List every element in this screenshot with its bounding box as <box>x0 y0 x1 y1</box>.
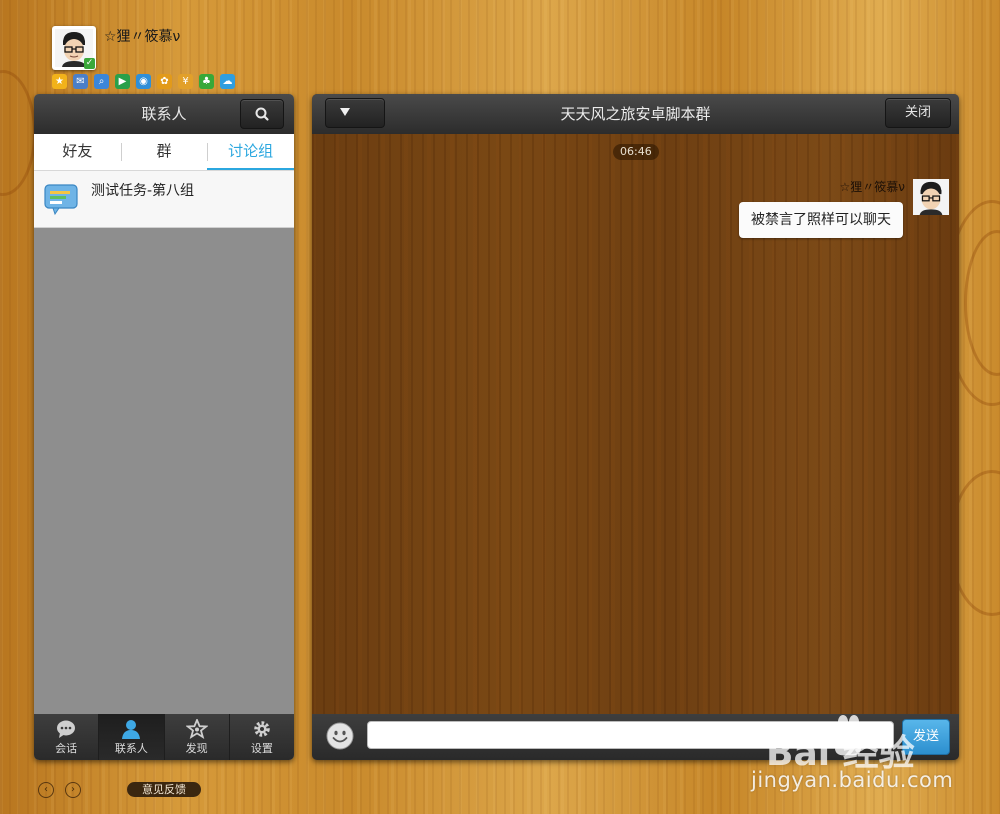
send-button[interactable]: 发送 <box>902 719 950 755</box>
message-input-bar: 发送 <box>312 714 959 760</box>
wood-knot <box>964 230 1000 376</box>
message-bubble[interactable]: 被禁言了照样可以聊天 <box>739 202 903 238</box>
chat-title: 天天风之旅安卓脚本群 <box>560 105 711 123</box>
bottom-nav: 会话 联系人 发现 设置 <box>34 714 294 760</box>
nav-item-chat[interactable]: 会话 <box>34 714 100 760</box>
message-input[interactable] <box>367 721 894 749</box>
tab-discussion-groups[interactable]: 讨论组 <box>207 134 294 170</box>
weiyun-icon[interactable]: ☁ <box>220 74 235 89</box>
discussion-group-icon <box>44 184 78 216</box>
contacts-panel: 联系人 好友 群 讨论组 测试任务-第八组 会话 联系人 发现 设置 <box>34 94 294 760</box>
mail-icon[interactable]: ✉ <box>73 74 88 89</box>
chevron-right-icon: › <box>71 784 75 795</box>
sender-avatar[interactable] <box>913 179 949 215</box>
app-store-icon[interactable]: ▶ <box>115 74 130 89</box>
search-icon <box>255 107 269 121</box>
nav-label: 会话 <box>55 742 78 755</box>
nav-item-contacts[interactable]: 联系人 <box>99 714 165 760</box>
tab-friends[interactable]: 好友 <box>34 134 121 170</box>
search-icon[interactable]: ⌕ <box>94 74 109 89</box>
watermark-url: jingyan.baidu.com <box>751 768 954 792</box>
chat-header: 天天风之旅安卓脚本群 关闭 <box>312 94 959 134</box>
search-button[interactable] <box>240 99 284 129</box>
close-button[interactable]: 关闭 <box>885 98 951 128</box>
sender-name: ☆狸〃筱慕ν <box>839 180 905 194</box>
smiley-icon <box>326 722 354 750</box>
nav-label: 发现 <box>185 742 208 755</box>
clover-icon[interactable]: ♣ <box>199 74 214 89</box>
contact-tabs: 好友 群 讨论组 <box>34 134 294 171</box>
prev-page-button[interactable]: ‹ <box>38 782 54 798</box>
user-avatar[interactable]: ✓ <box>52 26 96 70</box>
wood-knot <box>0 70 36 196</box>
discover-icon <box>185 719 208 739</box>
nav-item-settings[interactable]: 设置 <box>230 714 294 760</box>
tab-groups[interactable]: 群 <box>120 134 208 170</box>
contacts-icon <box>122 720 141 739</box>
chat-icon <box>57 720 76 738</box>
settings-icon <box>254 721 270 737</box>
wallet-icon[interactable]: ¥ <box>178 74 193 89</box>
nav-item-discover[interactable]: 发现 <box>165 714 230 760</box>
app-shortcut-bar: ★ ✉ ⌕ ▶ ◉ ✿ ¥ ♣ ☁ <box>52 74 235 89</box>
nav-label: 联系人 <box>114 742 148 755</box>
emoji-button[interactable] <box>326 722 354 750</box>
qzone-icon[interactable]: ★ <box>52 74 67 89</box>
nav-label: 设置 <box>250 742 273 755</box>
list-item[interactable]: 测试任务-第八组 <box>34 171 294 228</box>
chevron-left-icon: ‹ <box>44 784 48 795</box>
game-icon[interactable]: ✿ <box>157 74 172 89</box>
avatar-face-icon <box>913 179 949 215</box>
browser-icon[interactable]: ◉ <box>136 74 151 89</box>
group-name: 测试任务-第八组 <box>91 183 195 199</box>
next-page-button[interactable]: › <box>65 782 81 798</box>
online-status-icon: ✓ <box>84 58 95 69</box>
contacts-header: 联系人 <box>34 94 294 134</box>
chat-panel: 天天风之旅安卓脚本群 关闭 06:46 ☆狸〃筱慕ν 被禁言了照样可以聊天 发送 <box>312 94 959 760</box>
message-timestamp: 06:46 <box>613 144 659 160</box>
user-nickname: ☆狸〃筱慕ν <box>104 29 181 45</box>
feedback-button[interactable]: 意见反馈 <box>127 782 201 797</box>
